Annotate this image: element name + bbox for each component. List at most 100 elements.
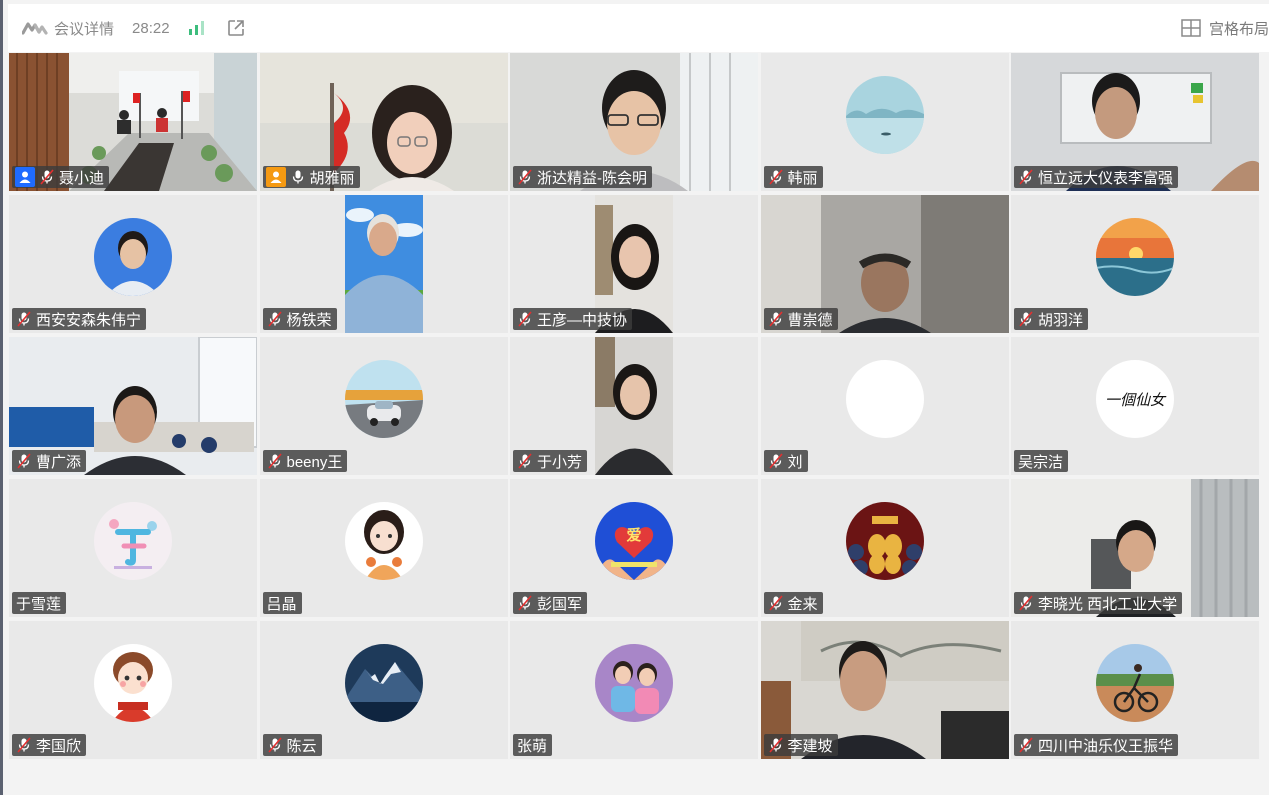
nameplate: 张萌 (513, 734, 553, 756)
avatar-sunset-sea (1096, 218, 1174, 296)
participant-name: 聂小迪 (59, 169, 105, 187)
participant-name: 韩丽 (787, 169, 818, 187)
layout-switch-button[interactable]: 宫格布局 (1209, 18, 1269, 39)
nameplate: 李国欣 (12, 734, 87, 756)
participant-name: 胡雅丽 (309, 169, 355, 187)
participant-grid: 聂小迪 胡雅丽 浙达精益-陈会明 韩丽 恒立远大仪表李富强 西安安森朱伟宁 杨铁… (9, 53, 1259, 759)
mic-muted-icon (1018, 737, 1034, 753)
participant-name: 李晓光 西北工业大学 (1038, 595, 1178, 613)
participant-tile[interactable]: 金来 (760, 479, 1009, 617)
participant-tile[interactable]: beeny王 (259, 337, 508, 475)
participant-tile[interactable]: 浙达精益-陈会明 (510, 53, 758, 191)
mic-muted-icon (39, 169, 55, 185)
mic-muted-icon (1018, 169, 1034, 185)
participant-tile[interactable]: 刘 (760, 337, 1009, 475)
participant-tile[interactable]: 张萌 (510, 621, 758, 759)
nameplate: 金来 (763, 592, 823, 614)
mic-muted-icon (768, 737, 784, 753)
video-portrait-old-man (344, 195, 423, 333)
avatar-calligraphy: 一個仙女 (1096, 360, 1174, 438)
avatar-cartoon-girl (344, 502, 423, 580)
participant-name: 于小芳 (537, 453, 583, 471)
participant-name: 曹广添 (36, 453, 82, 471)
participant-name: 刘 (787, 453, 803, 471)
participant-name: 李国欣 (36, 737, 82, 755)
participant-name: 金来 (787, 595, 818, 613)
nameplate: 吕晶 (262, 592, 302, 614)
avatar-golden-dogs (845, 502, 924, 580)
participant-tile[interactable]: 于小芳 (510, 337, 758, 475)
mic-muted-icon (517, 311, 533, 327)
signal-bars-icon[interactable] (188, 20, 206, 36)
mic-muted-icon (517, 453, 533, 469)
participant-name: 于雪莲 (16, 595, 62, 613)
participant-name: beeny王 (286, 453, 343, 471)
participant-name: 杨铁荣 (286, 311, 332, 329)
participant-name: 王彦—中技协 (537, 311, 628, 329)
participant-name: 曹崇德 (787, 311, 833, 329)
participant-name: 西安安森朱伟宁 (36, 311, 142, 329)
nameplate: 李晓光 西北工业大学 (1014, 592, 1183, 614)
participant-tile[interactable]: 李晓光 西北工业大学 (1011, 479, 1259, 617)
participant-tile[interactable]: 聂小迪 (9, 53, 257, 191)
meeting-timer: 28:22 (132, 19, 170, 37)
avatar-snow-mountain (344, 644, 423, 722)
open-external-icon[interactable] (226, 18, 246, 38)
window-left-edge (0, 0, 3, 795)
avatar-calligraphy-text: 一個仙女 (1104, 390, 1165, 409)
tencent-meeting-logo-icon (22, 20, 48, 36)
participant-name: 彭国军 (537, 595, 583, 613)
avatar-love-text: 爱 (626, 527, 642, 544)
nameplate: 于小芳 (513, 450, 588, 472)
participant-tile[interactable]: 胡雅丽 (259, 53, 508, 191)
nameplate: 吴宗洁 (1014, 450, 1069, 472)
mic-on-icon (290, 169, 306, 185)
mic-muted-icon (1018, 311, 1034, 327)
avatar-love-heart: 爱 (595, 502, 673, 580)
participant-name: 张萌 (517, 737, 548, 755)
participant-name: 四川中油乐仪王振华 (1038, 737, 1174, 755)
avatar-white (845, 360, 924, 438)
mic-muted-icon (267, 737, 283, 753)
nameplate: 曹崇德 (763, 308, 838, 330)
meeting-details-button[interactable]: 会议详情 (54, 18, 114, 39)
meeting-toolbar: 会议详情 28:22 宫格布局 (8, 4, 1269, 52)
participant-tile[interactable]: 王彦—中技协 (510, 195, 758, 333)
grid-layout-icon[interactable] (1181, 19, 1201, 37)
participant-tile[interactable]: 于雪莲 (9, 479, 257, 617)
nameplate: 西安安森朱伟宁 (12, 308, 147, 330)
participant-tile[interactable]: 胡羽洋 (1011, 195, 1259, 333)
participant-tile[interactable]: 陈云 (259, 621, 508, 759)
nameplate: 聂小迪 (12, 166, 110, 188)
participant-tile[interactable]: 杨铁荣 (259, 195, 508, 333)
mic-muted-icon (16, 453, 32, 469)
avatar-colorful-logo (94, 502, 172, 580)
nameplate: beeny王 (262, 450, 348, 472)
participant-tile[interactable]: 李国欣 (9, 621, 257, 759)
mic-muted-icon (768, 311, 784, 327)
avatar-lake (845, 76, 924, 154)
participant-tile[interactable]: 吕晶 (259, 479, 508, 617)
participant-name: 陈云 (286, 737, 317, 755)
cohost-badge-icon (265, 167, 286, 187)
mic-muted-icon (768, 169, 784, 185)
participant-tile[interactable]: 一個仙女 吴宗洁 (1011, 337, 1259, 475)
participant-tile[interactable]: 爱 彭国军 (510, 479, 758, 617)
participant-name: 吕晶 (266, 595, 297, 613)
mic-muted-icon (267, 453, 283, 469)
nameplate: 刘 (763, 450, 808, 472)
participant-tile[interactable]: 西安安森朱伟宁 (9, 195, 257, 333)
avatar-car-road (344, 360, 423, 438)
participant-tile[interactable]: 曹广添 (9, 337, 257, 475)
nameplate: 陈云 (262, 734, 322, 756)
avatar-man-blue (94, 218, 172, 296)
participant-tile[interactable]: 曹崇德 (760, 195, 1009, 333)
participant-tile[interactable]: 韩丽 (760, 53, 1009, 191)
nameplate: 李建坡 (763, 734, 838, 756)
participant-name: 吴宗洁 (1018, 453, 1064, 471)
nameplate: 彭国军 (513, 592, 588, 614)
participant-tile[interactable]: 四川中油乐仪王振华 (1011, 621, 1259, 759)
participant-tile[interactable]: 李建坡 (760, 621, 1009, 759)
nameplate: 曹广添 (12, 450, 87, 472)
participant-tile[interactable]: 恒立远大仪表李富强 (1011, 53, 1259, 191)
